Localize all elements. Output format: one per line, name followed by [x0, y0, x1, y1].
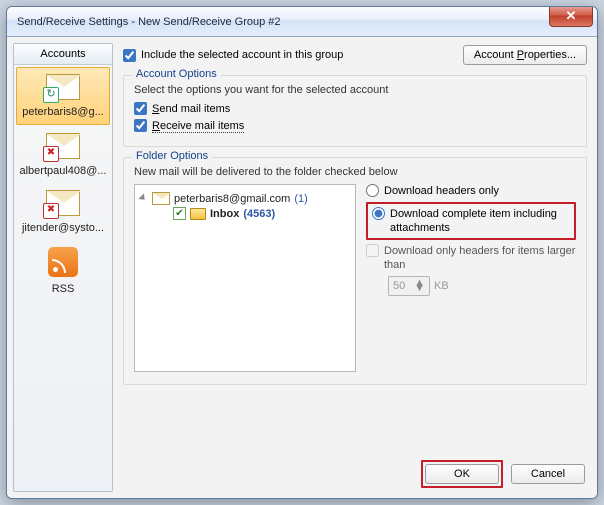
dialog-window: Send/Receive Settings - New Send/Receive… — [6, 6, 598, 499]
tree-root-count: (1) — [294, 193, 307, 205]
dialog-body: Accounts peterbaris8@g... albertpaul408@… — [7, 37, 597, 498]
account-item-albertpaul408[interactable]: albertpaul408@... — [14, 127, 112, 184]
size-value: 50 — [393, 280, 405, 292]
folder-options-title: Folder Options — [132, 150, 212, 162]
download-only-headers-larger-label: Download only headers for items larger t… — [384, 244, 576, 272]
receive-mail-label: Receive mail items — [152, 120, 244, 132]
folder-options-group: Folder Options New mail will be delivere… — [123, 157, 587, 385]
mailbox-icon — [152, 192, 170, 205]
window-title: Send/Receive Settings - New Send/Receive… — [17, 16, 281, 28]
account-options-group: Account Options Select the options you w… — [123, 75, 587, 147]
mail-account-icon — [46, 74, 80, 100]
titlebar[interactable]: Send/Receive Settings - New Send/Receive… — [7, 7, 597, 37]
mail-account-error-icon — [46, 190, 80, 216]
download-headers-only-label: Download headers only — [384, 184, 499, 198]
download-headers-only-radio[interactable] — [366, 184, 379, 197]
close-button[interactable]: ✕ — [549, 7, 593, 27]
main-panel: Include the selected account in this gro… — [113, 37, 597, 498]
size-spinner[interactable]: 50 ▲▼ — [388, 276, 430, 296]
size-unit: KB — [434, 280, 449, 292]
mail-account-error-icon — [46, 133, 80, 159]
send-mail-label: Send mail items — [152, 103, 230, 115]
include-account-label: Include the selected account in this gro… — [141, 49, 343, 61]
download-only-headers-larger-checkbox[interactable] — [366, 244, 379, 257]
tree-expand-icon[interactable] — [139, 194, 148, 203]
account-label: RSS — [16, 283, 110, 295]
cancel-button[interactable]: Cancel — [511, 464, 585, 484]
tree-inbox-row[interactable]: ✔ Inbox (4563) — [139, 206, 351, 221]
tree-root-row[interactable]: peterbaris8@gmail.com (1) — [139, 191, 351, 206]
account-options-title: Account Options — [132, 68, 221, 80]
account-label: albertpaul408@... — [16, 165, 110, 177]
download-options: Download headers only Download complete … — [366, 184, 576, 372]
account-label: peterbaris8@g... — [19, 106, 107, 118]
receive-mail-checkbox[interactable] — [134, 119, 147, 132]
download-complete-label: Download complete item including attachm… — [390, 207, 570, 235]
folder-options-help: New mail will be delivered to the folder… — [134, 166, 576, 178]
sidebar-header: Accounts — [14, 44, 112, 65]
tree-inbox-label: Inbox — [210, 208, 239, 220]
tree-root-label: peterbaris8@gmail.com — [174, 193, 290, 205]
account-properties-button[interactable]: Account Properties... — [463, 45, 587, 65]
rss-icon — [48, 247, 78, 277]
folder-checked-icon[interactable]: ✔ — [173, 207, 186, 220]
folder-tree[interactable]: peterbaris8@gmail.com (1) ✔ Inbox (4563) — [134, 184, 356, 372]
include-account-checkbox[interactable] — [123, 49, 136, 62]
send-mail-checkbox[interactable] — [134, 102, 147, 115]
top-row: Include the selected account in this gro… — [123, 45, 587, 65]
highlight-ok: OK — [421, 460, 503, 488]
ok-button[interactable]: OK — [425, 464, 499, 484]
spinner-arrows-icon[interactable]: ▲▼ — [414, 281, 425, 291]
account-item-peterbaris8[interactable]: peterbaris8@g... — [16, 67, 110, 125]
account-label: jitender@systo... — [16, 222, 110, 234]
folder-icon — [190, 208, 206, 220]
accounts-sidebar: Accounts peterbaris8@g... albertpaul408@… — [13, 43, 113, 492]
highlight-complete-option: Download complete item including attachm… — [366, 202, 576, 240]
tree-inbox-count: (4563) — [243, 208, 275, 220]
account-item-jitender[interactable]: jitender@systo... — [14, 184, 112, 241]
download-complete-radio[interactable] — [372, 207, 385, 220]
account-options-help: Select the options you want for the sele… — [134, 84, 576, 96]
dialog-footer: OK Cancel — [421, 460, 585, 488]
account-item-rss[interactable]: RSS — [14, 241, 112, 302]
